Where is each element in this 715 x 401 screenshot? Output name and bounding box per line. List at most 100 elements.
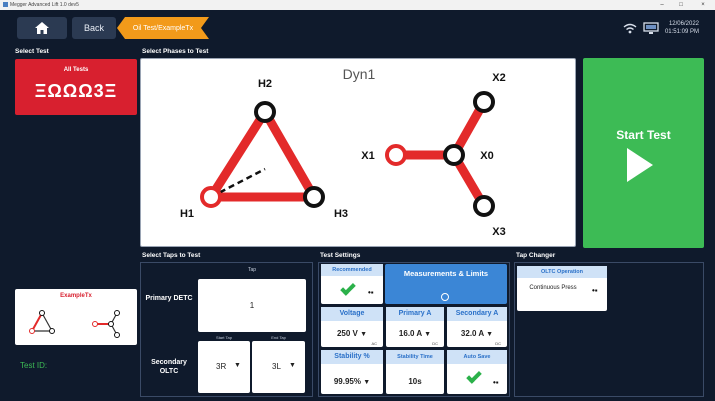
stability-pct-dropdown[interactable]: Stability % 99.95% ▼ xyxy=(321,350,383,394)
chevron-down-icon: ▼ xyxy=(289,362,296,369)
label-h1: H1 xyxy=(180,208,194,220)
wifi-icon xyxy=(623,23,637,33)
chevron-down-icon: ▼ xyxy=(360,331,368,338)
oltc-operation-label: OLTC Operation xyxy=(517,266,607,278)
vector-group-label: Dyn1 xyxy=(343,66,376,82)
node-h1[interactable] xyxy=(200,186,222,208)
example-label: ExampleTx xyxy=(60,293,92,299)
toggle-icon: •▪ xyxy=(493,378,499,387)
start-test-button[interactable]: Start Test xyxy=(583,58,704,248)
test-id-label: Test ID: xyxy=(20,361,48,370)
end-tap-label: End Tap xyxy=(271,335,286,340)
phases-panel: Dyn1 H2 H1 H3 X1 X0 X2 X3 xyxy=(140,58,576,247)
back-button[interactable]: Back xyxy=(72,17,116,39)
chevron-down-icon: ▼ xyxy=(424,331,432,338)
voltage-label: Voltage xyxy=(321,307,383,321)
recommended-toggle[interactable]: Recommended •▪ xyxy=(321,264,383,304)
title-bar: Megger Advanced Lift 1.0 dev5 – □ × xyxy=(0,0,715,10)
oltc-operation-value: Continuous Press xyxy=(529,285,577,291)
primary-a-row: 16.0 A ▼ xyxy=(386,329,444,338)
vector-diagram: Dyn1 H2 H1 H3 X1 X0 X2 X3 xyxy=(180,66,506,238)
label-x2: X2 xyxy=(492,72,505,84)
primary-tap-value: 1 xyxy=(249,301,255,310)
example-transformer-thumbnail[interactable]: ExampleTx xyxy=(15,289,137,345)
label-h2: H2 xyxy=(258,78,272,90)
secondary-a-dropdown[interactable]: Secondary A 32.0 A ▼ DC xyxy=(447,307,507,347)
node-x2[interactable] xyxy=(473,91,495,113)
node-h2[interactable] xyxy=(254,101,276,123)
recommended-label: Recommended xyxy=(321,264,383,276)
stability-time-value: 10s xyxy=(408,377,422,386)
node-x1[interactable] xyxy=(385,144,407,166)
chevron-down-icon: ▼ xyxy=(363,379,371,386)
maximize-button[interactable]: □ xyxy=(674,0,688,10)
select-phases-label: Select Phases to Test xyxy=(142,48,209,55)
all-tests-tile[interactable]: All Tests ΞΩΩΩ3Ξ xyxy=(15,59,137,115)
select-test-label: Select Test xyxy=(15,48,49,55)
time-text: 01:51:09 PM xyxy=(664,29,699,35)
select-taps-label: Select Taps to Test xyxy=(142,252,201,259)
check-icon xyxy=(466,368,482,384)
minimize-button[interactable]: – xyxy=(655,0,669,10)
play-icon xyxy=(627,148,653,182)
close-button[interactable]: × xyxy=(696,0,710,10)
oltc-operation-toggle[interactable]: OLTC Operation Continuous Press •▪ xyxy=(517,266,607,311)
primary-a-unit: DC xyxy=(432,341,438,346)
secondary-a-label: Secondary A xyxy=(447,307,507,321)
stability-pct-row: 99.95% ▼ xyxy=(321,377,383,386)
primary-detc-label: Primary DETC xyxy=(145,295,193,302)
all-tests-label: All Tests xyxy=(63,67,89,73)
node-x0[interactable] xyxy=(443,144,465,166)
secondary-a-value: 32.0 A xyxy=(460,329,484,338)
breadcrumb[interactable]: Oil Test/ExampleTx xyxy=(117,17,209,39)
primary-a-label: Primary A xyxy=(386,307,444,321)
primary-a-value: 16.0 A xyxy=(398,329,422,338)
test-settings-label: Test Settings xyxy=(320,252,361,259)
node-x3[interactable] xyxy=(473,195,495,217)
app-icon xyxy=(3,2,8,7)
network-icon xyxy=(643,21,659,34)
check-icon xyxy=(340,280,356,296)
stability-pct-label: Stability % xyxy=(321,350,383,364)
start-tap-dropdown[interactable]: 3R ▼ xyxy=(198,341,250,393)
secondary-a-unit: DC xyxy=(495,341,501,346)
auto-save-toggle[interactable]: Auto Save •▪ xyxy=(447,350,507,394)
tap-changer-label: Tap Changer xyxy=(516,252,556,259)
toggle-icon: •▪ xyxy=(592,286,598,295)
stability-time-field[interactable]: Stability Time 10s xyxy=(386,350,444,394)
clock: 12/06/2022 01:51:09 PM xyxy=(665,20,699,36)
node-h3[interactable] xyxy=(303,186,325,208)
label-x3: X3 xyxy=(492,226,505,238)
auto-save-label: Auto Save xyxy=(447,350,507,364)
toggle-icon: •▪ xyxy=(368,288,374,297)
delta-edge-h2-h1 xyxy=(206,107,270,202)
home-button[interactable] xyxy=(17,17,67,39)
voltage-unit: AC xyxy=(371,341,377,346)
chevron-down-icon: ▼ xyxy=(234,362,241,369)
measurements-limits-button[interactable]: Measurements & Limits xyxy=(385,264,507,304)
stability-time-label: Stability Time xyxy=(386,350,444,364)
end-tap-value: 3L xyxy=(272,362,281,371)
home-icon xyxy=(35,22,49,34)
primary-tap-field[interactable]: 1 xyxy=(198,279,306,332)
end-tap-dropdown[interactable]: 3L ▼ xyxy=(252,341,305,393)
system-tray: 12/06/2022 01:51:09 PM xyxy=(623,17,699,39)
voltage-dropdown[interactable]: Voltage 250 V ▼ AC xyxy=(321,307,383,347)
measurements-label: Measurements & Limits xyxy=(403,269,489,278)
secondary-oltc-label: Secondary OLTC xyxy=(151,359,187,375)
delta-edge-h2-h3 xyxy=(260,107,319,202)
app-window: Megger Advanced Lift 1.0 dev5 – □ × Back… xyxy=(0,0,715,401)
voltage-row: 250 V ▼ xyxy=(321,329,383,338)
info-icon xyxy=(441,293,449,301)
date-text: 12/06/2022 xyxy=(668,21,699,27)
label-x1: X1 xyxy=(361,150,374,162)
label-x0: X0 xyxy=(480,150,493,162)
chevron-down-icon: ▼ xyxy=(486,331,494,338)
window-title: Megger Advanced Lift 1.0 dev5 xyxy=(10,2,79,8)
primary-a-dropdown[interactable]: Primary A 16.0 A ▼ DC xyxy=(386,307,444,347)
test-type-icons: ΞΩΩΩ3Ξ xyxy=(34,81,118,101)
secondary-a-row: 32.0 A ▼ xyxy=(447,329,507,338)
tap-header: Tap xyxy=(247,267,257,273)
start-tap-value: 3R xyxy=(216,362,227,371)
label-h3: H3 xyxy=(334,208,348,220)
